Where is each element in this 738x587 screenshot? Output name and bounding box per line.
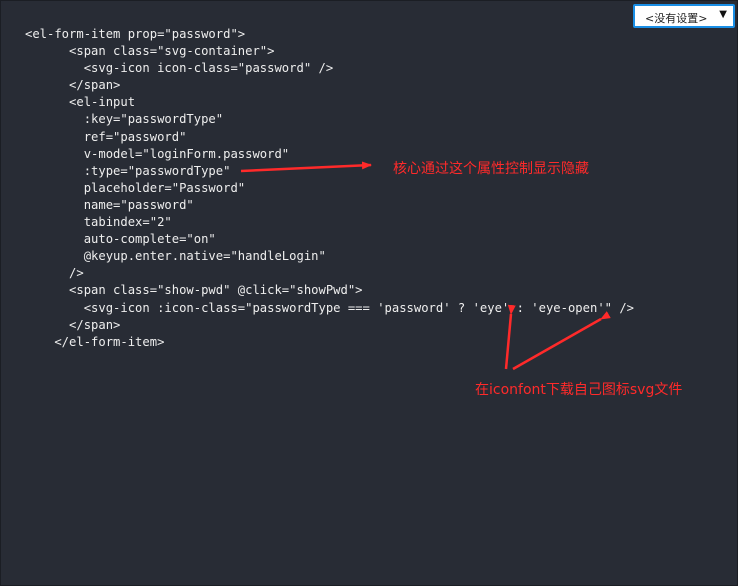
code-line: <el-input xyxy=(25,95,136,110)
code-line: <svg-icon icon-class="password" /> xyxy=(25,61,334,76)
code-block-panel: <没有设置> ▼ <el-form-item prop="password"> … xyxy=(0,0,738,586)
code-line: /> xyxy=(25,266,84,281)
code-line: :key="passwordType" xyxy=(25,112,224,127)
code-line: <span class="svg-container"> xyxy=(25,44,275,59)
code-line: </el-form-item> xyxy=(25,334,165,349)
annotation-note-type: 核心通过这个属性控制显示隐藏 xyxy=(393,161,589,177)
code-line: <span class="show-pwd" @click="showPwd"> xyxy=(25,283,363,298)
code-line: @keyup.enter.native="handleLogin" xyxy=(25,249,326,264)
code-line: ref="password" xyxy=(25,129,187,144)
code-line: <svg-icon :icon-class="passwordType === … xyxy=(25,300,635,315)
code-line: placeholder="Password" xyxy=(25,180,246,195)
chevron-down-icon: ▼ xyxy=(719,9,727,20)
language-select-value: <没有设置> xyxy=(645,12,708,25)
code-line: tabindex="2" xyxy=(25,215,172,230)
code-line: <el-form-item prop="password"> xyxy=(25,27,246,41)
code-line: </span> xyxy=(25,78,121,93)
annotation-note-iconfont: 在iconfont下载自己图标svg文件 xyxy=(475,382,683,398)
code-line: name="password" xyxy=(25,197,194,212)
code-line: </span> xyxy=(25,317,121,332)
code-content: <el-form-item prop="password"> <span cla… xyxy=(25,26,634,351)
language-select[interactable]: <没有设置> ▼ xyxy=(633,4,735,28)
code-line: auto-complete="on" xyxy=(25,232,216,247)
